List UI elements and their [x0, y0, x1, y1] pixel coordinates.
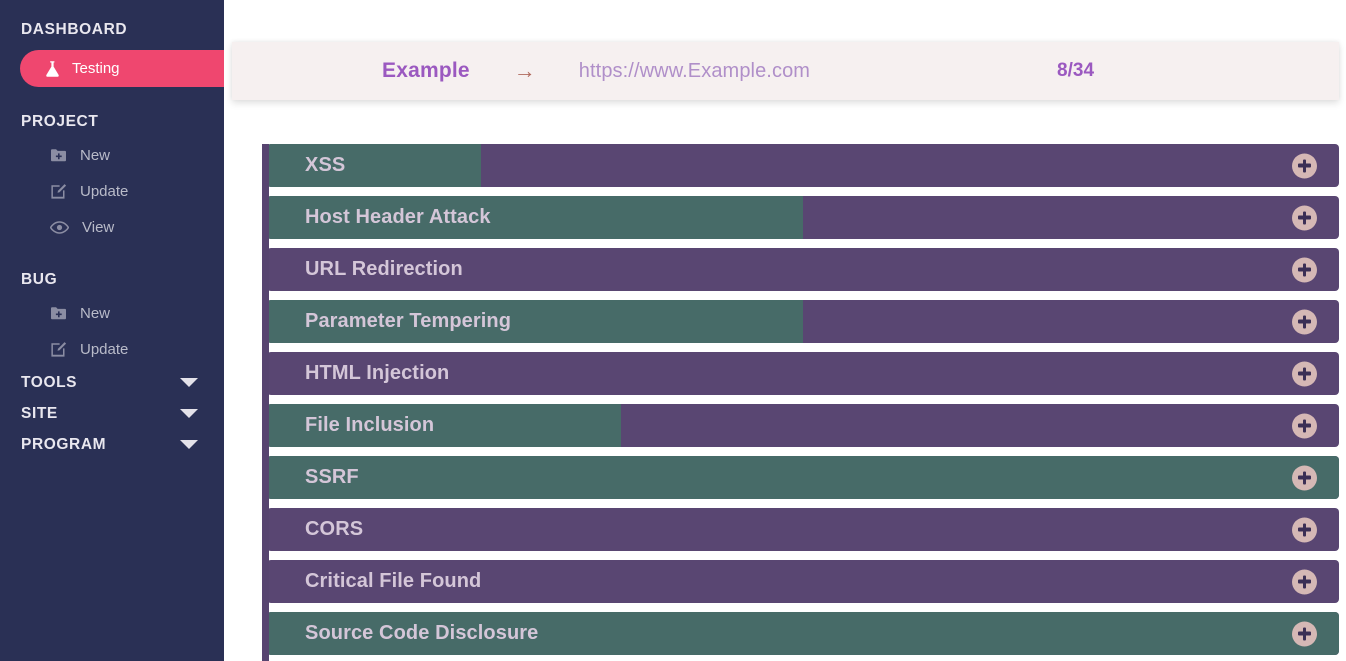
sidebar-item-bug-new[interactable]: New	[0, 295, 224, 331]
plus-icon[interactable]	[1292, 413, 1317, 438]
flask-icon	[44, 60, 61, 78]
scan-row-label: XSS	[305, 154, 346, 176]
sidebar-item-testing[interactable]: Testing	[20, 50, 224, 87]
sidebar-item-label: Update	[80, 340, 129, 358]
sidebar-item-label: Testing	[72, 60, 120, 77]
scan-row-label: CORS	[305, 518, 364, 540]
scan-row-label: HTML Injection	[305, 362, 450, 384]
plus-icon[interactable]	[1292, 517, 1317, 542]
scan-row[interactable]: CORS	[267, 508, 1339, 551]
plus-icon[interactable]	[1292, 465, 1317, 490]
chevron-down-icon	[180, 378, 198, 387]
sidebar-item-site[interactable]: SITE	[0, 398, 224, 429]
sidebar-heading-program: PROGRAM	[21, 436, 107, 453]
scan-row[interactable]: HTML Injection	[267, 352, 1339, 395]
scan-row-label: Parameter Tempering	[305, 310, 512, 332]
sidebar-item-label: New	[80, 304, 111, 322]
arrow-right-icon: →	[513, 58, 536, 83]
scan-row[interactable]: URL Redirection	[267, 248, 1339, 291]
sidebar-heading-tools: TOOLS	[21, 374, 78, 391]
folder-plus-icon	[50, 306, 67, 321]
sidebar-item-tools[interactable]: TOOLS	[0, 367, 224, 398]
sidebar-heading-dashboard: DASHBOARD	[21, 21, 128, 38]
plus-icon[interactable]	[1292, 257, 1317, 282]
scan-list: XSS Host Header Attack URL Redirection Para…	[262, 144, 1342, 661]
plus-icon[interactable]	[1292, 309, 1317, 334]
sidebar-heading-project: PROJECT	[21, 113, 99, 130]
scan-row[interactable]: Critical File Found	[267, 560, 1339, 603]
sidebar-item-project-new[interactable]: New	[0, 137, 224, 173]
plus-icon[interactable]	[1292, 153, 1317, 178]
list-track-line	[262, 144, 269, 661]
plus-icon[interactable]	[1292, 621, 1317, 646]
folder-plus-icon	[50, 148, 67, 163]
pencil-square-icon	[50, 341, 67, 358]
scan-row-progress-fill	[267, 456, 1339, 499]
progress-counter: 8/34	[1057, 60, 1095, 81]
sidebar-item-label: New	[80, 146, 111, 164]
app-root: DASHBOARD Testing PROJECT New Update Vie…	[0, 0, 1346, 661]
target-url: https://www.Example.com	[578, 59, 811, 82]
scan-row-progress-fill	[267, 144, 482, 187]
scan-row[interactable]: XSS	[267, 144, 1339, 187]
scan-row-label: Source Code Disclosure	[305, 622, 539, 644]
target-header-bar: Example → https://www.Example.com 8/34	[232, 42, 1339, 100]
scan-row[interactable]: Source Code Disclosure	[267, 612, 1339, 655]
sidebar-item-project-update[interactable]: Update	[0, 173, 224, 209]
scan-row[interactable]: File Inclusion	[267, 404, 1339, 447]
sidebar-heading-bug: BUG	[21, 271, 58, 288]
scan-row[interactable]: Parameter Tempering	[267, 300, 1339, 343]
scan-row-label: SSRF	[305, 466, 359, 488]
sidebar-item-label: Update	[80, 182, 129, 200]
scan-row-label: Host Header Attack	[305, 206, 491, 228]
sidebar-item-bug-update[interactable]: Update	[0, 331, 224, 367]
scan-row-label: File Inclusion	[305, 414, 435, 436]
scan-row-label: Critical File Found	[305, 570, 482, 592]
sidebar-item-project-view[interactable]: View	[0, 209, 224, 245]
plus-icon[interactable]	[1292, 569, 1317, 594]
scan-row[interactable]: SSRF	[267, 456, 1339, 499]
plus-icon[interactable]	[1292, 205, 1317, 230]
sidebar-item-program[interactable]: PROGRAM	[0, 429, 224, 460]
chevron-down-icon	[180, 440, 198, 449]
sidebar: DASHBOARD Testing PROJECT New Update Vie…	[0, 0, 224, 661]
main-content: Example → https://www.Example.com 8/34 X…	[224, 0, 1346, 661]
sidebar-item-label: View	[82, 218, 115, 236]
eye-icon	[50, 220, 69, 234]
pencil-square-icon	[50, 183, 67, 200]
plus-icon[interactable]	[1292, 361, 1317, 386]
project-name: Example	[382, 59, 470, 82]
scan-row[interactable]: Host Header Attack	[267, 196, 1339, 239]
chevron-down-icon	[180, 409, 198, 418]
sidebar-heading-site: SITE	[21, 405, 58, 422]
scan-row-label: URL Redirection	[305, 258, 463, 280]
